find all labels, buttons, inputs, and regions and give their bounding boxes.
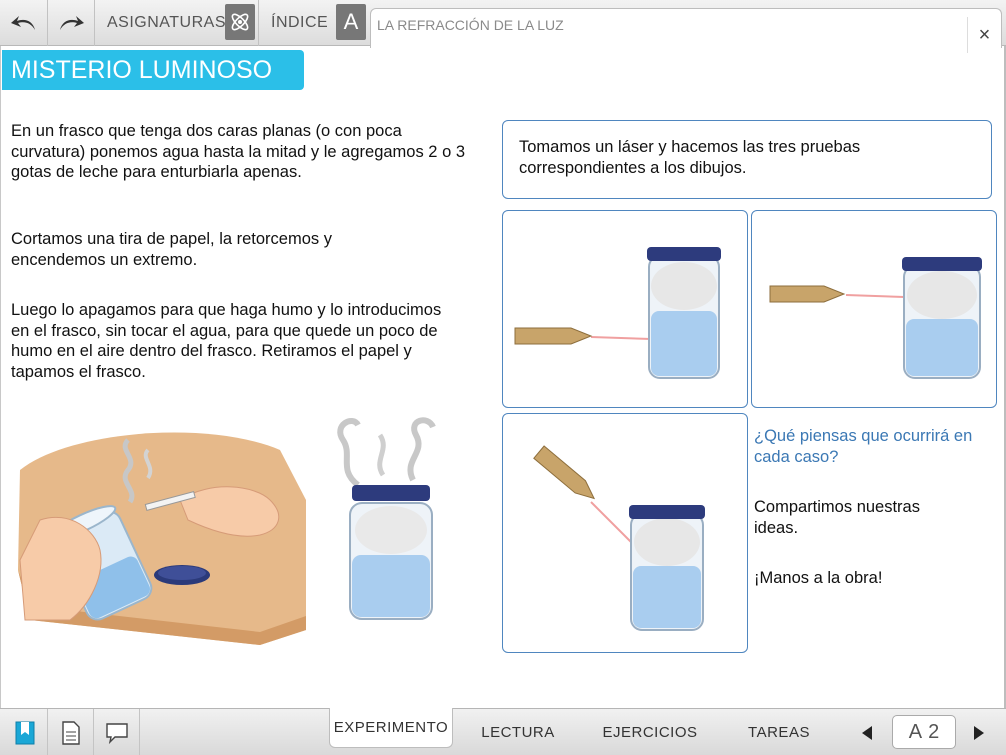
- undo-icon: [10, 16, 35, 30]
- close-icon: ×: [978, 23, 991, 46]
- paragraph-smoke: Luego lo apagamos para que haga humo y l…: [11, 301, 442, 381]
- share-text: Compartimos nuestras ideas.: [754, 498, 920, 537]
- document-icon: [61, 720, 80, 745]
- laser-test-2-illustration: [769, 257, 982, 379]
- bookmark-button[interactable]: [2, 709, 48, 755]
- page-letter: A: [908, 720, 923, 743]
- illustration-smoke-jar: [10, 410, 310, 650]
- prev-arrow-icon: [862, 725, 872, 740]
- page-number: 2: [928, 720, 940, 743]
- page-indicator: A 2: [892, 715, 956, 749]
- laser-test-3-illustration: [533, 445, 705, 631]
- document-tab-title: LA REFRACCIÓN DE LA LUZ: [377, 17, 564, 33]
- comment-button[interactable]: [94, 709, 140, 755]
- index-button[interactable]: ÍNDICE: [258, 0, 338, 46]
- prev-page-button[interactable]: [854, 709, 880, 755]
- illustration-jar-smoke-sealed: [328, 415, 458, 625]
- laser-test-1-panel: [502, 210, 748, 408]
- redo-icon: [60, 16, 84, 30]
- page-title: MISTERIO LUMINOSO: [2, 50, 304, 90]
- subjects-button[interactable]: ASIGNATURAS: [95, 0, 226, 46]
- laser-test-3-panel: [502, 413, 748, 653]
- close-button[interactable]: ×: [967, 17, 1001, 53]
- paragraph-paper-strip: Cortamos una tira de papel, la retorcemo…: [11, 230, 332, 269]
- atom-icon: [231, 13, 249, 31]
- tab-experimento[interactable]: EXPERIMENTO: [329, 708, 453, 748]
- bookmark-icon: [15, 721, 34, 744]
- notes-button[interactable]: [48, 709, 94, 755]
- laser-test-1-illustration: [514, 247, 721, 379]
- index-label: ÍNDICE: [271, 14, 329, 31]
- subjects-icon-button[interactable]: [225, 4, 255, 40]
- comment-icon: [105, 722, 128, 744]
- frame-left-border: [0, 46, 1, 708]
- undo-button[interactable]: [0, 0, 48, 46]
- redo-button[interactable]: [48, 0, 95, 46]
- document-tab[interactable]: LA REFRACCIÓN DE LA LUZ ×: [370, 8, 1002, 53]
- laser-test-2-panel: [751, 210, 997, 408]
- tab-lectura[interactable]: LECTURA: [470, 709, 566, 755]
- next-arrow-icon: [974, 725, 984, 740]
- question-text: ¿Qué piensas que ocurrirá en cada caso?: [754, 427, 973, 466]
- hands-on-text: ¡Manos a la obra!: [754, 569, 883, 587]
- index-badge[interactable]: A: [336, 4, 366, 40]
- subjects-label: ASIGNATURAS: [107, 14, 226, 31]
- next-page-button[interactable]: [966, 709, 992, 755]
- tab-ejercicios[interactable]: EJERCICIOS: [594, 709, 706, 755]
- top-toolbar: ASIGNATURAS ÍNDICE A LA REFRACCIÓN DE LA…: [0, 0, 1006, 53]
- intro-box: Tomamos un láser y hacemos las tres prue…: [502, 120, 992, 199]
- paragraph-jar-prep: En un frasco que tenga dos caras planas …: [11, 122, 466, 181]
- intro-text: Tomamos un láser y hacemos las tres prue…: [519, 138, 861, 177]
- tab-tareas[interactable]: TAREAS: [734, 709, 824, 755]
- bottom-toolbar: EXPERIMENTO LECTURA EJERCICIOS TAREAS A …: [0, 708, 1006, 755]
